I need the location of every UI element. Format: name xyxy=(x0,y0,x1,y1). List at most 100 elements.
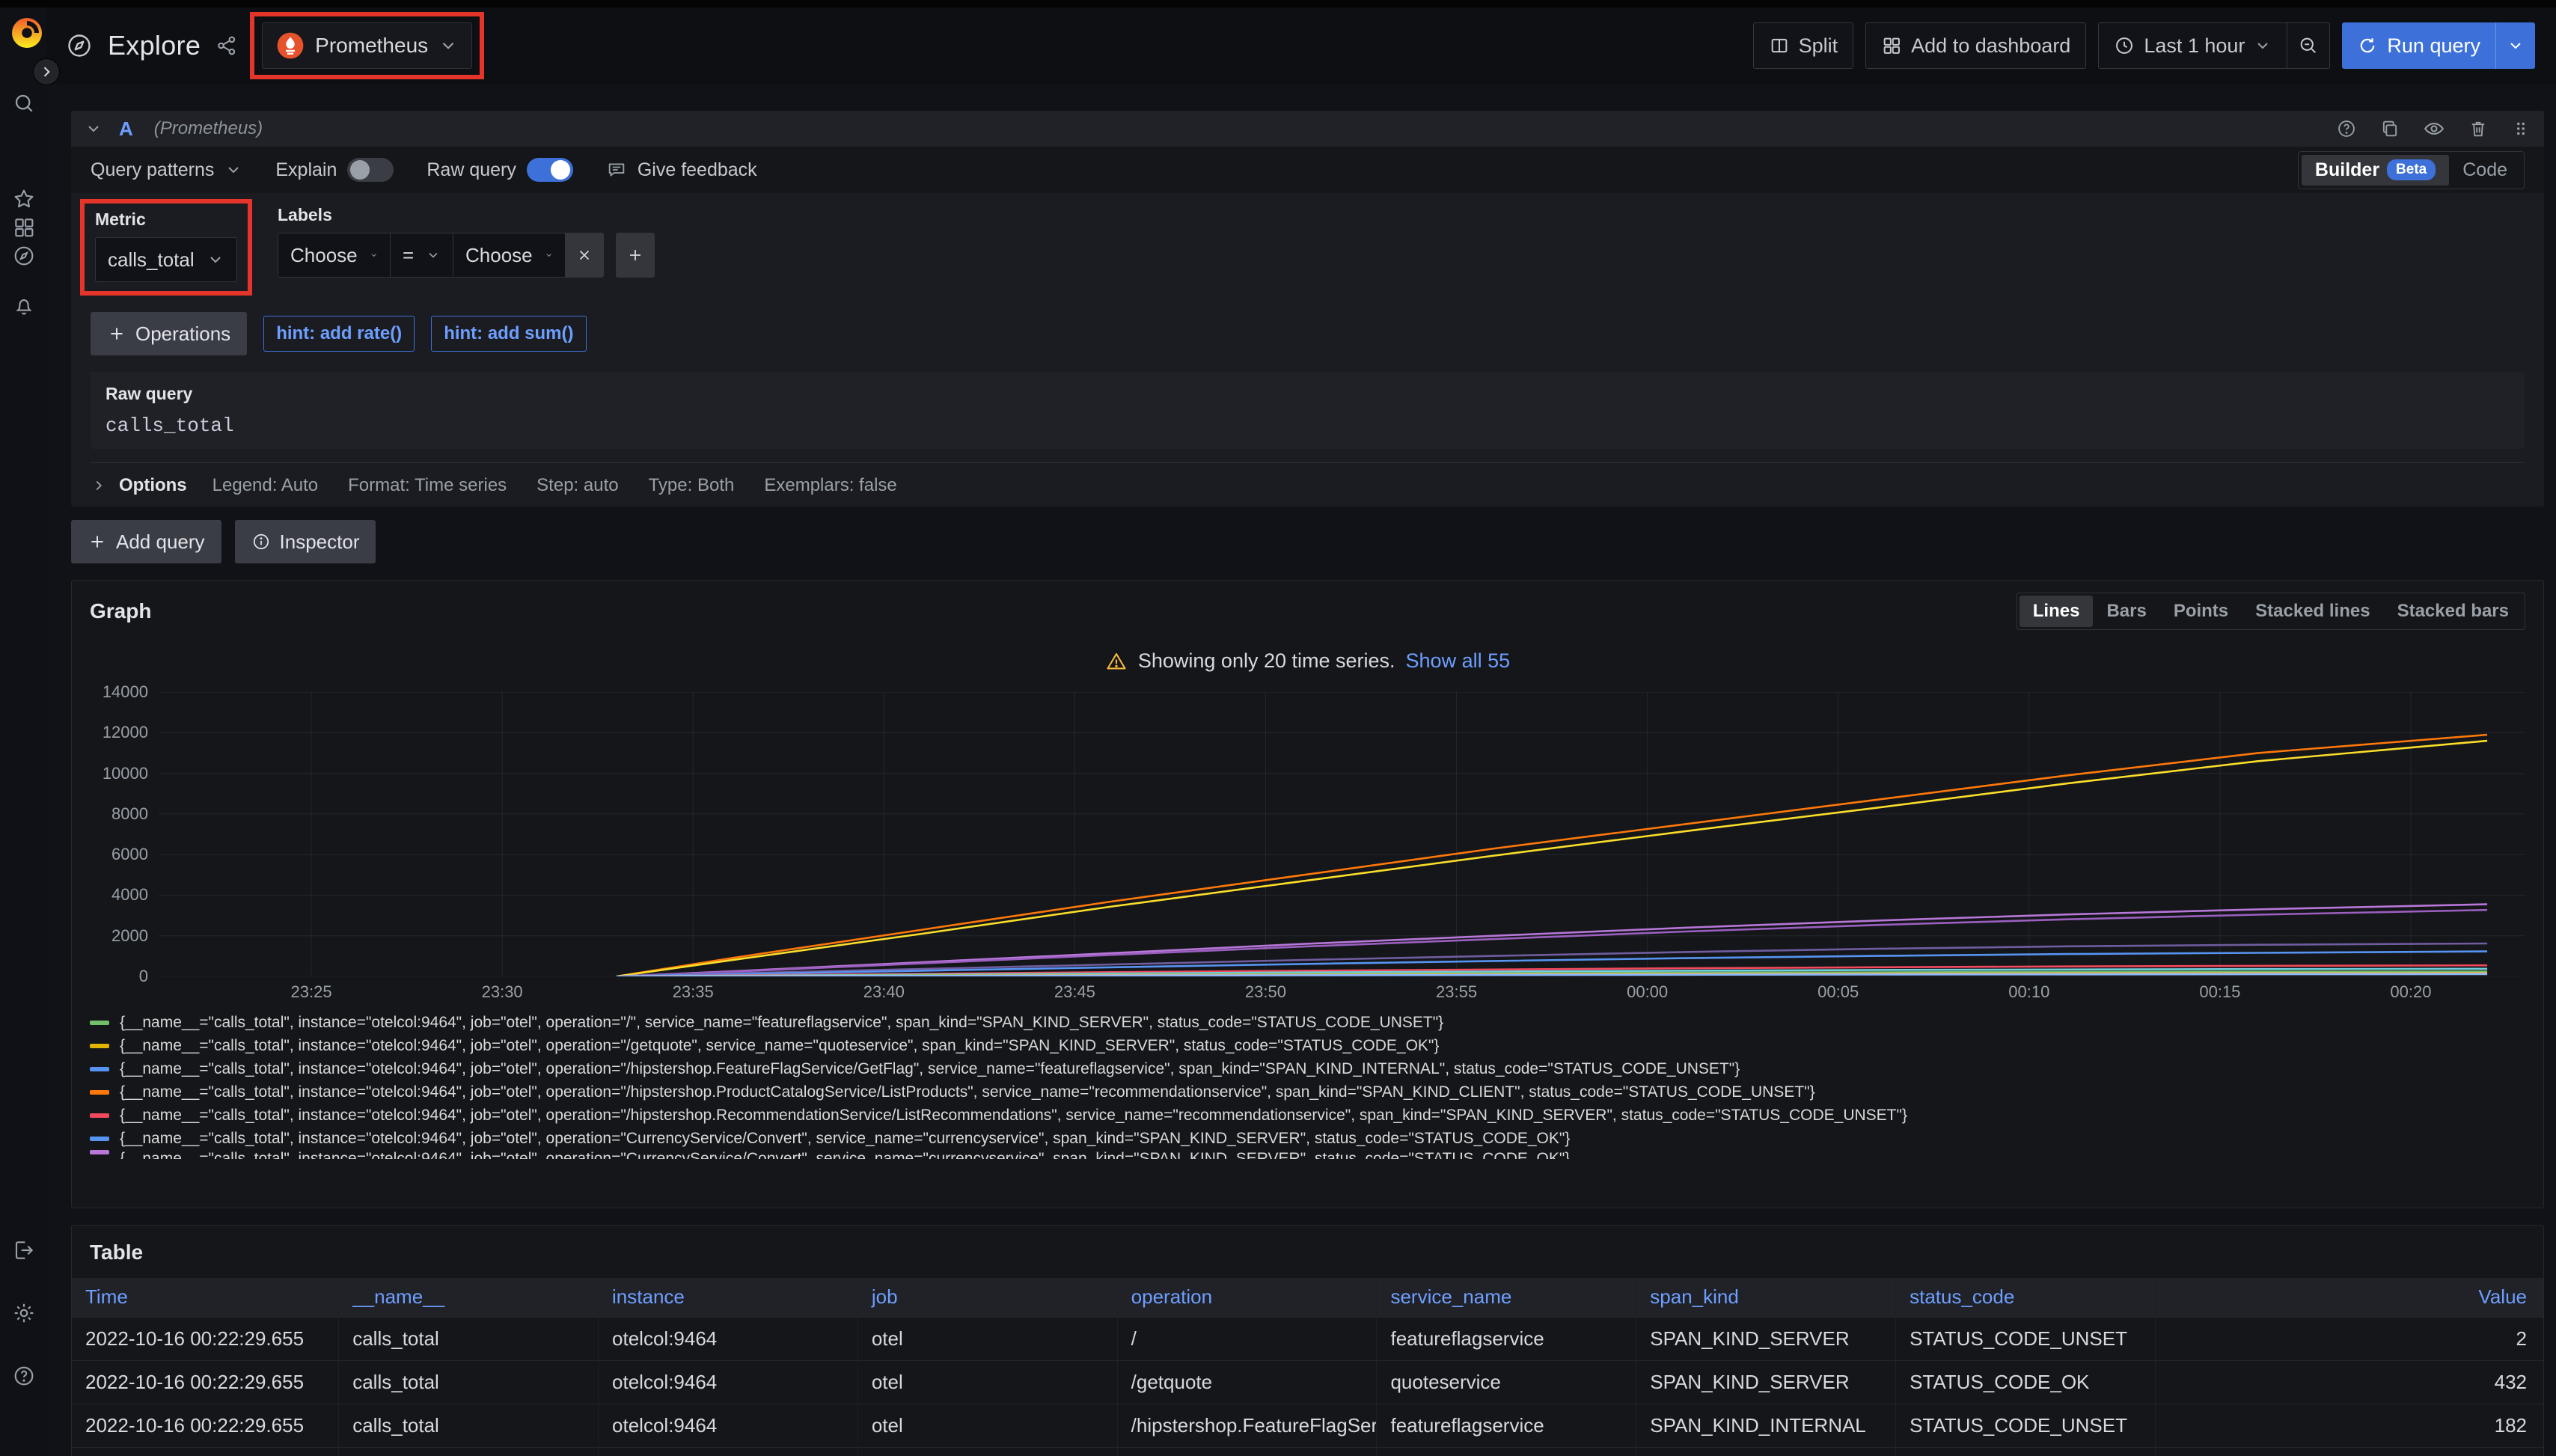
hide-query-eye-icon[interactable] xyxy=(2423,117,2445,140)
legend-item[interactable]: {__name__="calls_total", instance="otelc… xyxy=(90,1080,2525,1104)
sign-out-icon[interactable] xyxy=(12,1238,36,1262)
table-cell: STATUS_CODE_UNSET xyxy=(1896,1317,2156,1360)
show-all-series-link[interactable]: Show all 55 xyxy=(1406,649,1511,673)
plus-icon xyxy=(107,324,126,343)
remove-label-filter-button[interactable] xyxy=(565,233,604,278)
options-toggle[interactable]: Options xyxy=(119,475,187,496)
legend-item[interactable]: {__name__="calls_total", instance="otelc… xyxy=(90,1127,2525,1150)
legend-item[interactable]: {__name__="calls_total", instance="otelc… xyxy=(90,1150,2525,1159)
raw-query-toggle-group: Raw query xyxy=(426,158,573,182)
legend-item[interactable]: {__name__="calls_total", instance="otelc… xyxy=(90,1057,2525,1080)
split-button[interactable]: Split xyxy=(1753,22,1854,69)
add-query-button[interactable]: Add query xyxy=(71,520,221,563)
table-cell: /hipstershop.ProductCatalogS… xyxy=(1117,1447,1377,1456)
table-cell: otel xyxy=(857,1360,1117,1404)
x-tick-label: 23:30 xyxy=(482,982,523,1002)
drag-handle-icon[interactable] xyxy=(2511,119,2531,138)
query-hint-button[interactable]: hint: add rate() xyxy=(263,316,415,352)
column-header-job[interactable]: job xyxy=(857,1278,1117,1317)
legend-item[interactable]: {__name__="calls_total", instance="otelc… xyxy=(90,1011,2525,1034)
table-cell: otel xyxy=(857,1404,1117,1447)
add-label-filter-button[interactable] xyxy=(616,233,655,278)
plus-icon xyxy=(626,246,644,264)
column-header-spankind[interactable]: span_kind xyxy=(1636,1278,1896,1317)
chevron-right-icon[interactable] xyxy=(91,477,107,494)
table-cell: 621 xyxy=(2155,1447,2543,1456)
split-icon xyxy=(1769,35,1790,56)
graph-mode-stacked-bars[interactable]: Stacked bars xyxy=(2384,596,2522,627)
x-tick-label: 23:35 xyxy=(673,982,714,1002)
query-row-header[interactable]: A (Prometheus) xyxy=(71,111,2544,147)
column-header-value[interactable]: Value xyxy=(2155,1278,2543,1317)
table-cell: otel xyxy=(857,1447,1117,1456)
comment-icon xyxy=(606,159,627,180)
raw-query-preview: Raw query calls_total xyxy=(91,372,2525,449)
bell-icon[interactable] xyxy=(12,293,36,317)
gear-icon[interactable] xyxy=(12,1301,36,1325)
legend-item[interactable]: {__name__="calls_total", instance="otelc… xyxy=(90,1104,2525,1127)
add-to-dashboard-label: Add to dashboard xyxy=(1911,34,2070,58)
column-header-operation[interactable]: operation xyxy=(1117,1278,1377,1317)
help-icon[interactable] xyxy=(12,1364,36,1388)
code-tab[interactable]: Code xyxy=(2449,155,2521,186)
zoom-out-time-button[interactable] xyxy=(2287,22,2330,69)
apps-icon[interactable] xyxy=(12,215,36,239)
column-header-name[interactable]: __name__ xyxy=(339,1278,599,1317)
table-panel-title: Table xyxy=(72,1236,2543,1278)
label-name-select[interactable]: Choose xyxy=(278,233,390,278)
duplicate-query-icon[interactable] xyxy=(2379,118,2400,139)
give-feedback-link[interactable]: Give feedback xyxy=(606,159,757,181)
give-feedback-label: Give feedback xyxy=(638,159,757,181)
label-value-select[interactable]: Choose xyxy=(453,233,565,278)
query-hint-button[interactable]: hint: add sum() xyxy=(431,316,586,352)
sidebar-expand-button[interactable] xyxy=(33,58,60,85)
legend-swatch xyxy=(90,1044,109,1048)
delete-query-trash-icon[interactable] xyxy=(2468,118,2489,139)
builder-tab[interactable]: Builder Beta xyxy=(2302,155,2449,186)
star-icon[interactable] xyxy=(12,187,36,211)
column-header-instance[interactable]: instance xyxy=(599,1278,858,1317)
table-cell: 182 xyxy=(2155,1404,2543,1447)
label-name-placeholder: Choose xyxy=(290,244,358,267)
raw-query-expression: calls_total xyxy=(106,415,2510,437)
explain-toggle[interactable] xyxy=(347,158,394,182)
graph-mode-bars[interactable]: Bars xyxy=(2093,596,2159,627)
label-operator-value: = xyxy=(403,244,414,267)
plot-area[interactable] xyxy=(159,692,2525,976)
graph-mode-stacked-lines[interactable]: Stacked lines xyxy=(2242,596,2383,627)
time-series-plot: 02000400060008000100001200014000 xyxy=(90,692,2525,976)
legend-item[interactable]: {__name__="calls_total", instance="otelc… xyxy=(90,1034,2525,1057)
time-range-picker[interactable]: Last 1 hour xyxy=(2098,22,2287,69)
column-header-statuscode[interactable]: status_code xyxy=(1896,1278,2156,1317)
graph-mode-points[interactable]: Points xyxy=(2160,596,2242,627)
query-patterns-dropdown[interactable]: Query patterns xyxy=(91,159,242,181)
collapse-chevron-icon[interactable] xyxy=(85,120,103,138)
grafana-logo-icon[interactable] xyxy=(9,15,45,51)
datasource-picker[interactable]: Prometheus xyxy=(262,22,472,69)
column-header-time[interactable]: Time xyxy=(72,1278,339,1317)
metric-select[interactable]: calls_total xyxy=(95,237,237,282)
graph-style-switch: LinesBarsPointsStacked linesStacked bars xyxy=(2017,593,2525,630)
add-to-dashboard-button[interactable]: Add to dashboard xyxy=(1865,22,2086,69)
table-cell: /getquote xyxy=(1117,1360,1377,1404)
table-cell: calls_total xyxy=(339,1447,599,1456)
legend-label: {__name__="calls_total", instance="otelc… xyxy=(120,1130,1570,1148)
run-query-button[interactable]: Run query xyxy=(2342,22,2535,69)
explore-compass-icon[interactable] xyxy=(12,244,36,268)
query-help-icon[interactable] xyxy=(2336,118,2357,139)
run-query-dropdown[interactable] xyxy=(2495,22,2535,69)
explore-actions-row: Add query Inspector xyxy=(71,520,2544,563)
share-icon[interactable] xyxy=(215,34,238,57)
metric-field-label: Metric xyxy=(95,209,237,230)
label-operator-select[interactable]: = xyxy=(390,233,453,278)
search-icon[interactable] xyxy=(12,91,36,115)
table-row: 2022-10-16 00:22:29.655calls_totalotelco… xyxy=(72,1447,2543,1456)
add-operation-button[interactable]: Operations xyxy=(91,312,247,355)
column-header-servicename[interactable]: service_name xyxy=(1377,1278,1636,1317)
raw-query-toggle[interactable] xyxy=(527,158,573,182)
chevron-down-icon xyxy=(2254,37,2272,55)
chevron-down-icon xyxy=(545,247,553,263)
graph-mode-lines[interactable]: Lines xyxy=(2020,596,2094,627)
inspector-button[interactable]: Inspector xyxy=(235,520,376,563)
y-tick-label: 14000 xyxy=(103,682,148,702)
